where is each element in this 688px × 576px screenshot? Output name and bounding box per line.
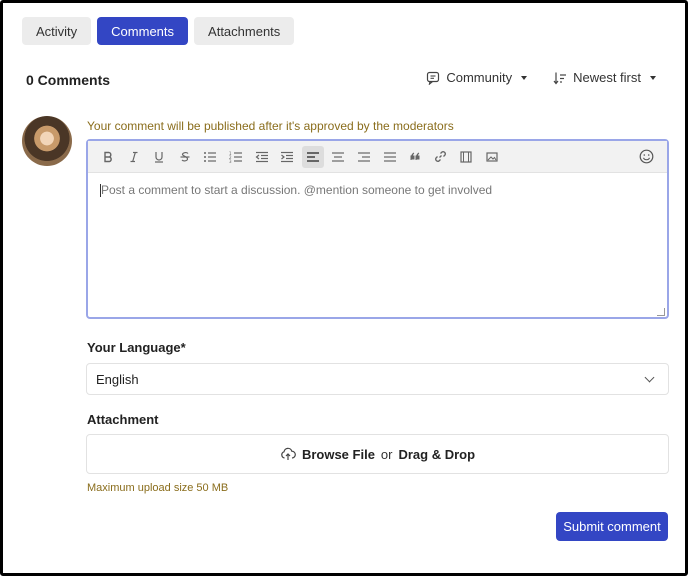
language-label-text: Your Language [87, 340, 181, 355]
tab-activity[interactable]: Activity [22, 17, 92, 45]
sort-icon [553, 71, 567, 85]
align-center-icon[interactable] [327, 146, 349, 168]
language-label: Your Language* [87, 340, 186, 355]
caret-down-icon [521, 75, 528, 80]
comment-textarea[interactable]: Post a comment to start a discussion. @m… [88, 173, 667, 318]
comment-count: 0 Comments [26, 72, 111, 88]
max-upload-size: Maximum upload size 50 MB [87, 482, 229, 494]
video-icon[interactable] [455, 146, 477, 168]
comment-filters: Community Newest first [426, 70, 656, 85]
comment-placeholder: Post a comment to start a discussion. @m… [101, 183, 493, 197]
avatar [22, 116, 72, 166]
emoji-icon[interactable] [635, 146, 657, 168]
image-icon[interactable] [481, 146, 503, 168]
comment-editor: 123 Post a comment to start a discussion… [86, 139, 669, 319]
bullet-list-icon[interactable] [199, 146, 221, 168]
chat-bubble-icon [426, 71, 440, 85]
moderation-notice: Your comment will be published after it'… [87, 119, 454, 133]
caret-down-icon [650, 75, 656, 80]
tab-bar: Activity Comments Attachments [22, 17, 295, 45]
tab-attachments[interactable]: Attachments [194, 17, 295, 45]
attachment-label: Attachment [87, 412, 159, 427]
resize-handle[interactable] [657, 308, 665, 316]
strikethrough-icon[interactable] [174, 146, 196, 168]
file-drop-zone[interactable]: Browse File or Drag & Drop [86, 434, 669, 474]
indent-icon[interactable] [276, 146, 298, 168]
editor-toolbar: 123 [88, 141, 667, 173]
outdent-icon[interactable] [251, 146, 273, 168]
cloud-upload-icon [280, 447, 296, 461]
language-select[interactable]: English [86, 363, 669, 395]
quote-icon[interactable] [404, 146, 426, 168]
required-mark: * [180, 340, 186, 355]
align-left-icon[interactable] [301, 145, 324, 168]
submit-comment-button[interactable]: Submit comment [556, 512, 668, 541]
visibility-filter-label: Community [446, 70, 513, 85]
tab-comments[interactable]: Comments [97, 17, 189, 45]
link-icon[interactable] [430, 146, 452, 168]
italic-icon[interactable] [123, 146, 145, 168]
chevron-down-icon [644, 372, 655, 382]
or-text: or [380, 446, 393, 462]
numbered-list-icon[interactable]: 123 [225, 146, 247, 168]
underline-icon[interactable] [148, 146, 170, 168]
drag-drop-label: Drag & Drop [398, 446, 476, 462]
sort-filter-label: Newest first [573, 70, 641, 85]
align-justify-icon[interactable] [379, 146, 401, 168]
svg-text:3: 3 [229, 159, 232, 163]
browse-file-link[interactable]: Browse File [302, 447, 375, 462]
visibility-filter[interactable]: Community [426, 70, 528, 85]
language-selected-value: English [96, 371, 139, 387]
align-right-icon[interactable] [353, 146, 375, 168]
sort-filter[interactable]: Newest first [553, 70, 656, 85]
bold-icon[interactable] [97, 146, 119, 168]
